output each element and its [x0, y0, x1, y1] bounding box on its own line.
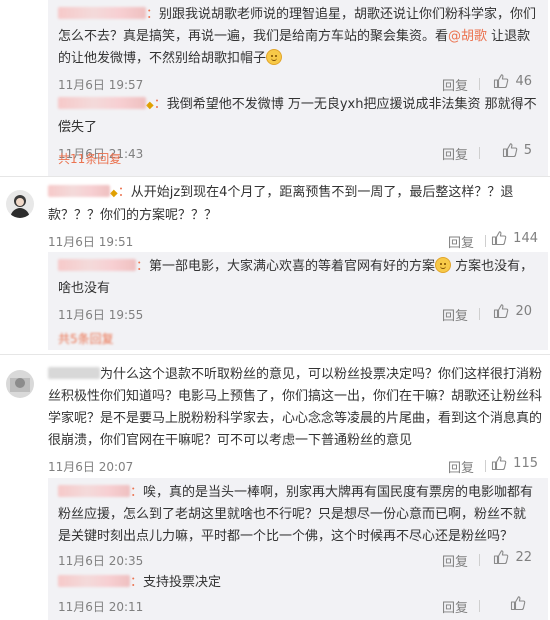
timestamp: 11月6日 20:07: [48, 460, 134, 474]
reply-meta: 11月6日 20:35 回复 22: [58, 548, 538, 571]
reply-button[interactable]: 回复: [448, 457, 474, 476]
reply-text: ：唉，真的是当头一棒啊，别家再大牌再有国民度有票房的电影咖都有粉丝应援，怎么到了…: [58, 482, 538, 548]
reply-button[interactable]: 回复: [442, 305, 468, 324]
timestamp: 11月6日 19:57: [58, 78, 144, 92]
reply-username[interactable]: ：: [58, 256, 149, 278]
reply-meta: 11月6日 20:11 回复: [58, 594, 538, 616]
reply-meta: 11月6日 19:55 回复 20: [58, 302, 538, 325]
comment-meta: 11月6日 20:07 回复 115: [48, 454, 544, 477]
smile-emoji-icon: [435, 257, 452, 273]
timestamp: 11月6日 19:51: [48, 235, 134, 249]
reply-meta: 11月6日 19:57 回复 46: [58, 72, 538, 95]
comment-meta: 11月6日 19:51 回复 144: [48, 229, 544, 252]
reply-username[interactable]: ◆：: [58, 94, 167, 117]
reply-button[interactable]: 回复: [448, 232, 474, 251]
reply-box-3: ：唉，真的是当头一棒啊，别家再大牌再有国民度有票房的电影咖都有粉丝应援，怎么到了…: [48, 478, 548, 620]
comment-username[interactable]: ◆：: [48, 182, 131, 205]
reply-item: ：别跟我说胡歌老师说的理智追星，胡歌还说让你们粉科学家，你们怎么不去？真是搞笑，…: [58, 4, 538, 94]
like-button[interactable]: 46: [493, 73, 532, 89]
like-count: 115: [513, 455, 538, 471]
divider: [485, 235, 486, 247]
reply-item: ：第一部电影，大家满心欢喜的等着官网有好的方案 方案也没有，啥也没有 11月6日…: [58, 256, 538, 324]
timestamp: 11月6日 20:11: [58, 600, 144, 614]
reply-item: ：支持投票决定 11月6日 20:11 回复: [58, 572, 538, 616]
reply-text: ：支持投票决定: [58, 572, 538, 594]
divider: [0, 176, 550, 177]
divider: [479, 554, 480, 566]
reply-button[interactable]: 回复: [442, 597, 468, 616]
like-count: 22: [515, 549, 532, 565]
thumbs-up-icon: [510, 595, 526, 611]
reply-username[interactable]: ：: [58, 482, 143, 504]
reply-username[interactable]: ：: [58, 4, 159, 26]
reply-username[interactable]: ：: [58, 572, 143, 594]
like-count: 144: [513, 230, 538, 246]
thumbs-up-icon: [493, 549, 509, 565]
like-button[interactable]: 20: [493, 303, 532, 319]
reply-button[interactable]: 回复: [442, 551, 468, 570]
thumbs-up-icon: [502, 142, 518, 158]
like-count: 5: [523, 142, 532, 158]
reply-text: ：第一部电影，大家满心欢喜的等着官网有好的方案 方案也没有，啥也没有: [58, 256, 538, 300]
comment-text: ◆：从开始jz到现在4个月了，距离预售不到一周了，最后整这样？？退款？？？你们的…: [48, 182, 544, 227]
divider: [0, 354, 550, 355]
thumbs-up-icon: [493, 73, 509, 89]
divider: [479, 147, 480, 159]
like-button[interactable]: [510, 595, 532, 611]
reply-item: ：唉，真的是当头一棒啊，别家再大牌再有国民度有票房的电影咖都有粉丝应援，怎么到了…: [58, 482, 538, 570]
reply-text: ◆：我倒希望他不发微博 万一无良yxh把应援说成非法集资 那就得不偿失了: [58, 94, 538, 139]
like-count: 20: [515, 303, 532, 319]
divider: [479, 308, 480, 320]
comment-item: ◆：从开始jz到现在4个月了，距离预售不到一周了，最后整这样？？退款？？？你们的…: [0, 182, 550, 251]
divider: [479, 600, 480, 612]
grin-emoji-icon: [266, 49, 283, 65]
thumbs-up-icon: [491, 230, 507, 246]
timestamp: 11月6日 20:35: [58, 554, 144, 568]
reply-box-1: ：别跟我说胡歌老师说的理智追星，胡歌还说让你们粉科学家，你们怎么不去？真是搞笑，…: [48, 0, 548, 176]
thumbs-up-icon: [493, 303, 509, 319]
reply-box-2: ：第一部电影，大家满心欢喜的等着官网有好的方案 方案也没有，啥也没有 11月6日…: [48, 252, 548, 350]
mention-link[interactable]: @胡歌: [448, 29, 487, 44]
like-count: 46: [515, 73, 532, 89]
reply-meta: 11月6日 21:43 回复 5: [58, 141, 538, 164]
like-button[interactable]: 22: [493, 549, 532, 565]
reply-button[interactable]: 回复: [442, 144, 468, 163]
like-button[interactable]: 144: [491, 230, 538, 246]
reply-item: ◆：我倒希望他不发微博 万一无良yxh把应援说成非法集资 那就得不偿失了 11月…: [58, 94, 538, 163]
divider: [479, 78, 480, 90]
like-button[interactable]: 5: [502, 142, 532, 158]
comment-text: 为什么这个退款不听取粉丝的意见，可以粉丝投票决定吗？你们这样很打消粉丝积极性你们…: [48, 364, 544, 452]
reply-text: ：别跟我说胡歌老师说的理智追星，胡歌还说让你们粉科学家，你们怎么不去？真是搞笑，…: [58, 4, 538, 70]
comment-username[interactable]: [48, 364, 100, 386]
like-button[interactable]: 115: [491, 455, 538, 471]
thumbs-up-icon: [491, 455, 507, 471]
timestamp: 11月6日 19:55: [58, 308, 144, 322]
reply-button[interactable]: 回复: [442, 75, 468, 94]
more-replies-link[interactable]: 共5条回复: [58, 330, 114, 347]
comment-item: 为什么这个退款不听取粉丝的意见，可以粉丝投票决定吗？你们这样很打消粉丝积极性你们…: [0, 364, 550, 476]
divider: [485, 460, 486, 472]
more-replies-link[interactable]: 共11条回复: [58, 150, 121, 167]
